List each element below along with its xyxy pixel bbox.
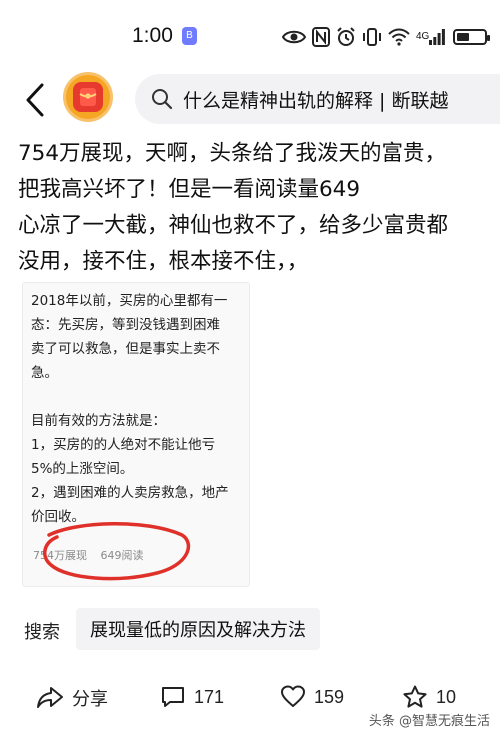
star-icon — [403, 685, 427, 708]
image-text-line: 2，遇到困难的人卖房救急，地产 — [31, 485, 229, 501]
share-button[interactable]: 分享 — [36, 685, 108, 711]
status-icons: 4G — [282, 24, 491, 50]
heart-icon — [281, 685, 305, 707]
image-text-line: 5%的上涨空间。 — [31, 461, 134, 477]
nfc-icon — [312, 27, 330, 47]
eye-icon — [282, 28, 306, 46]
image-text-line: 1，买房的的人绝对不能让他亏 — [31, 437, 216, 453]
like-button[interactable]: 159 — [280, 685, 344, 709]
post-body: 754万展现，天啊，头条给了我泼天的富贵， 把我高兴坏了！但是一看阅读量649 … — [18, 136, 488, 280]
vibrate-icon — [362, 27, 382, 47]
status-time: 1:00 — [132, 24, 173, 47]
share-label: 分享 — [72, 689, 108, 709]
image-text-line: 2018年以前，买房的心里都有一 — [31, 293, 228, 309]
comment-count: 171 — [194, 686, 225, 707]
image-text-line: 急。 — [31, 365, 58, 381]
search-bar[interactable]: 什么是精神出轨的解释 | 断联越 — [135, 74, 500, 124]
battery-icon — [453, 29, 491, 45]
action-bar: 分享 171 159 10 头条 @智慧无痕生活 — [0, 675, 500, 729]
image-text-line: 目前有效的方法就是： — [31, 413, 166, 429]
status-bar: 1:00 B 4G — [0, 0, 500, 70]
post-line: 把我高兴坏了！但是一看阅读量649 — [18, 177, 361, 202]
red-envelope-icon — [73, 82, 103, 112]
comment-icon — [162, 687, 184, 707]
like-count: 159 — [314, 686, 345, 707]
image-text-line: 卖了可以救急，但是事实上卖不 — [31, 341, 220, 357]
network-label: 4G — [416, 31, 430, 42]
back-chevron-icon — [26, 83, 44, 117]
search-icon — [152, 89, 173, 110]
image-text-line — [31, 385, 249, 409]
red-circle-annotation — [43, 522, 191, 581]
alarm-icon — [336, 27, 356, 47]
post-line: 754万展现，天啊，头条给了我泼天的富贵， — [18, 141, 447, 166]
comment-button[interactable]: 171 — [160, 685, 224, 709]
status-badge: B — [182, 27, 197, 45]
favorite-count: 10 — [436, 686, 457, 707]
wifi-icon — [388, 28, 410, 46]
image-text-line: 态：先买房，等到没钱遇到困难 — [31, 317, 220, 333]
image-text: 2018年以前，买房的心里都有一 态：先买房，等到没钱遇到困难 卖了可以救急，但… — [31, 289, 249, 529]
signal-icon: 4G — [416, 29, 446, 45]
back-button[interactable] — [18, 80, 52, 120]
favorite-button[interactable]: 10 — [402, 685, 456, 709]
watermark: 头条 @智慧无痕生活 — [368, 714, 490, 729]
app-logo[interactable] — [63, 72, 113, 122]
suggestion-label: 搜索 — [24, 622, 60, 643]
suggestion-chip[interactable]: 展现量低的原因及解决方法 — [76, 608, 320, 650]
post-line: 心凉了一大截，神仙也救不了，给多少富贵都 — [18, 213, 449, 238]
share-icon — [37, 687, 63, 708]
search-query: 什么是精神出轨的解释 | 断联越 — [183, 89, 449, 112]
post-image[interactable]: 2018年以前，买房的心里都有一 态：先买房，等到没钱遇到困难 卖了可以救急，但… — [22, 282, 250, 587]
post-line: 没用，接不住，根本接不住，， — [18, 249, 309, 274]
